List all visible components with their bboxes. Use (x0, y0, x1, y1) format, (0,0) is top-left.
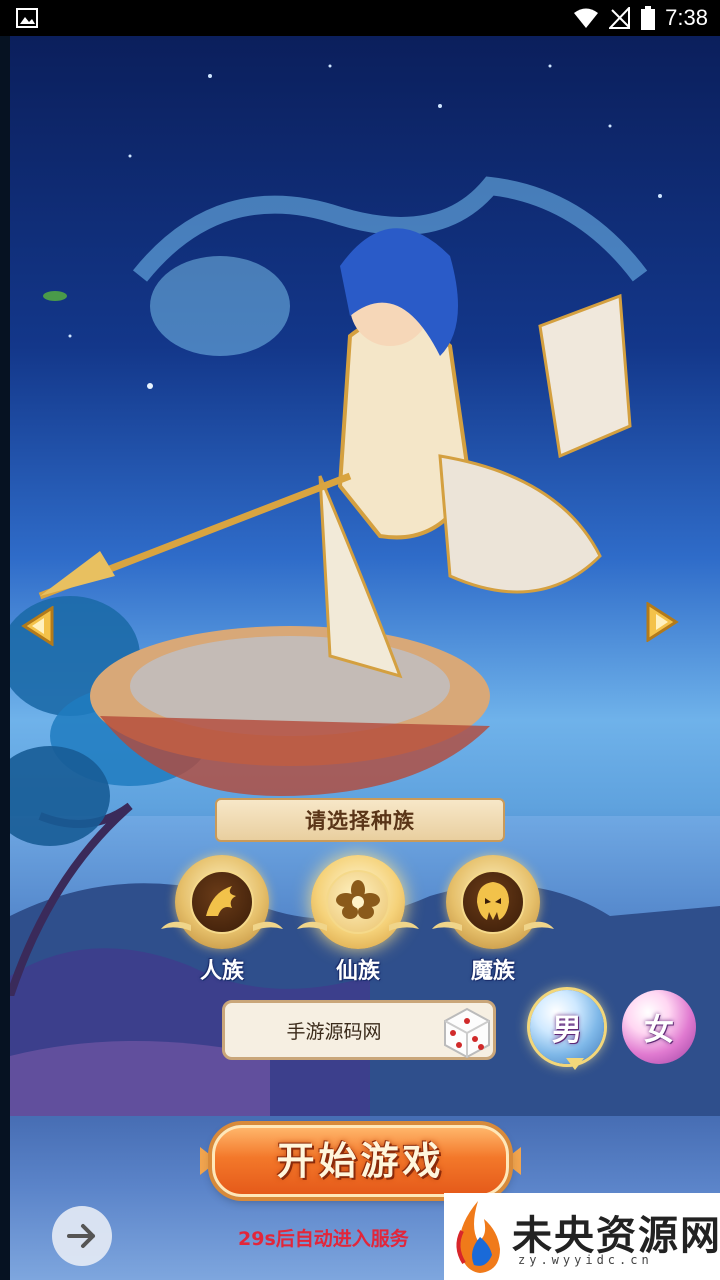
gender-female-label: 女 (644, 1013, 674, 1048)
battery-icon (641, 6, 656, 30)
dragon-emblem-icon (206, 886, 236, 916)
next-button[interactable] (52, 1206, 112, 1266)
race-option-immortal[interactable]: 仙族 (297, 855, 419, 985)
wing-ornament-left (432, 921, 462, 931)
wing-ornament-left (297, 921, 327, 931)
wing-ornament-right (524, 921, 554, 931)
start-game-button[interactable]: 开始游戏 (198, 1117, 523, 1205)
leaf (43, 291, 67, 301)
race-emblem-bg (461, 870, 525, 934)
status-time: 7:38 (665, 5, 708, 30)
left-edge (0, 36, 10, 1280)
lotus-emblem-icon (336, 880, 380, 919)
race-select-title-text: 请选择种族 (305, 809, 415, 833)
wing-ornament-right (389, 921, 419, 931)
wifi-icon (574, 8, 599, 28)
watermark-subtitle: zy.wyyidc.cn (518, 1253, 653, 1267)
race-emblem-bg (190, 870, 254, 934)
demon-emblem-icon (477, 882, 509, 920)
gender-male-label: 男 (552, 1013, 582, 1048)
race-select-title: 请选择种族 (215, 798, 505, 842)
gender-male-button[interactable]: 男 (530, 990, 604, 1064)
race-emblem-bg (326, 870, 390, 934)
next-character-arrow[interactable] (646, 602, 680, 642)
start-button-label: 开始游戏 (276, 1139, 445, 1183)
wing-ornament-left (161, 921, 191, 931)
race-option-human[interactable]: 人族 (161, 855, 283, 985)
race-label-human: 人族 (199, 959, 244, 984)
image-icon (16, 8, 38, 28)
race-label-immortal: 仙族 (335, 959, 380, 984)
race-label-demon: 魔族 (470, 959, 515, 984)
selected-pointer-icon (566, 1058, 584, 1070)
signal-off-icon (609, 7, 631, 29)
game-scene (10, 36, 720, 1280)
gender-female-button[interactable]: 女 (622, 990, 696, 1064)
race-option-demon[interactable]: 魔族 (432, 855, 554, 985)
wing-ornament-right (253, 921, 283, 931)
arrow-right-icon (67, 1224, 95, 1248)
watermark: 未央资源网 zy.wyyidc.cn (444, 1193, 720, 1280)
previous-character-arrow[interactable] (20, 606, 54, 646)
status-bar: 7:38 (0, 0, 720, 36)
dice-icon[interactable] (435, 1001, 497, 1063)
character-name-field[interactable]: 手游源码网 (222, 1000, 496, 1060)
flame-logo-icon (456, 1201, 500, 1273)
hero-character-art (38, 176, 648, 796)
